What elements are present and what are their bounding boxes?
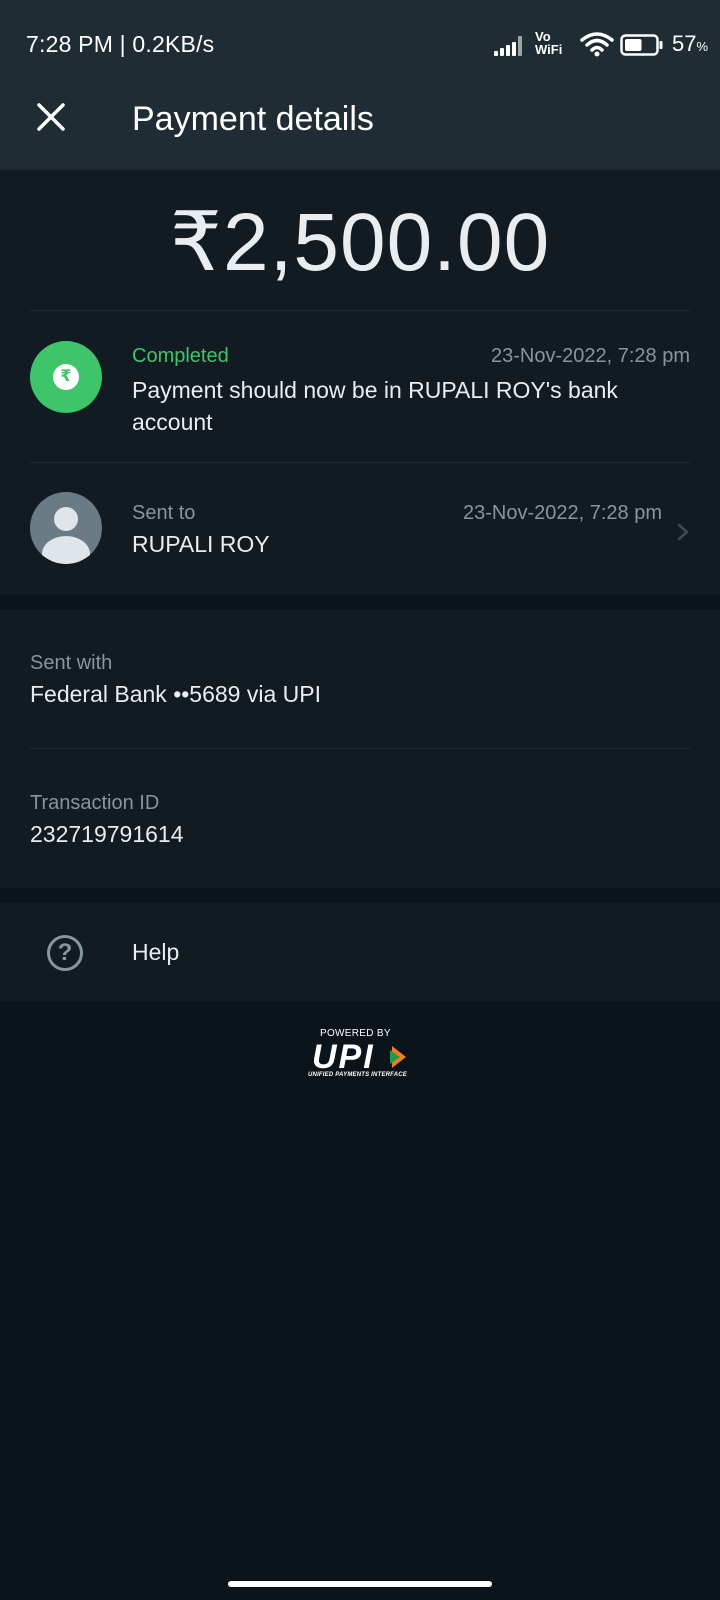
- payment-details-card: Sent with Federal Bank ••5689 via UPI Tr…: [0, 610, 720, 888]
- status-badge: ₹: [30, 341, 102, 413]
- battery-icon: [620, 34, 663, 56]
- home-indicator[interactable]: [228, 1581, 492, 1587]
- wifi-icon: [580, 32, 614, 57]
- upi-subtitle: UNIFIED PAYMENTS INTERFACE: [308, 1072, 407, 1078]
- sent-with-label: Sent with: [30, 652, 113, 674]
- divider: [30, 310, 690, 311]
- help-label: Help: [132, 939, 180, 965]
- signal-icon: [494, 36, 528, 56]
- upi-arrow-icon: [390, 1046, 406, 1068]
- status-label: Completed: [132, 345, 229, 367]
- recipient-datetime: 23-Nov-2022, 7:28 pm: [462, 502, 662, 524]
- recipient-row[interactable]: Sent to RUPALI ROY 23-Nov-2022, 7:28 pm: [0, 470, 720, 580]
- status-datetime: 23-Nov-2022, 7:28 pm: [490, 345, 690, 367]
- sent-to-label: Sent to: [132, 502, 196, 524]
- avatar: [30, 492, 102, 564]
- rupee-icon: ₹: [53, 364, 79, 390]
- payment-amount: ₹2,500.00: [169, 197, 551, 288]
- upi-wordmark: UPI: [312, 1038, 375, 1076]
- help-row[interactable]: ? Help: [0, 903, 720, 1001]
- battery-percent: 57%: [672, 31, 709, 56]
- recipient-name: RUPALI ROY: [132, 531, 270, 557]
- chevron-right-icon: [677, 523, 689, 541]
- divider: [30, 748, 690, 749]
- status-time: 7:28 PM | 0.2KB/s: [26, 31, 215, 57]
- transaction-id-label: Transaction ID: [30, 792, 160, 814]
- transaction-id-value: 232719791614: [30, 821, 184, 847]
- vowifi-icon: Vo WiFi: [535, 29, 563, 57]
- question-mark-icon: ?: [47, 935, 83, 971]
- page-title: Payment details: [132, 100, 374, 138]
- divider: [30, 462, 690, 463]
- sent-with-value: Federal Bank ••5689 via UPI: [30, 681, 321, 707]
- status-bar: 7:28 PM | 0.2KB/s Vo WiFi 57%: [0, 0, 720, 80]
- close-icon[interactable]: [34, 100, 68, 134]
- upi-logo: POWERED BY UPI UNIFIED PAYMENTS INTERFAC…: [308, 1028, 418, 1078]
- status-message: Payment should now be in RUPALI ROY's ba…: [132, 377, 618, 435]
